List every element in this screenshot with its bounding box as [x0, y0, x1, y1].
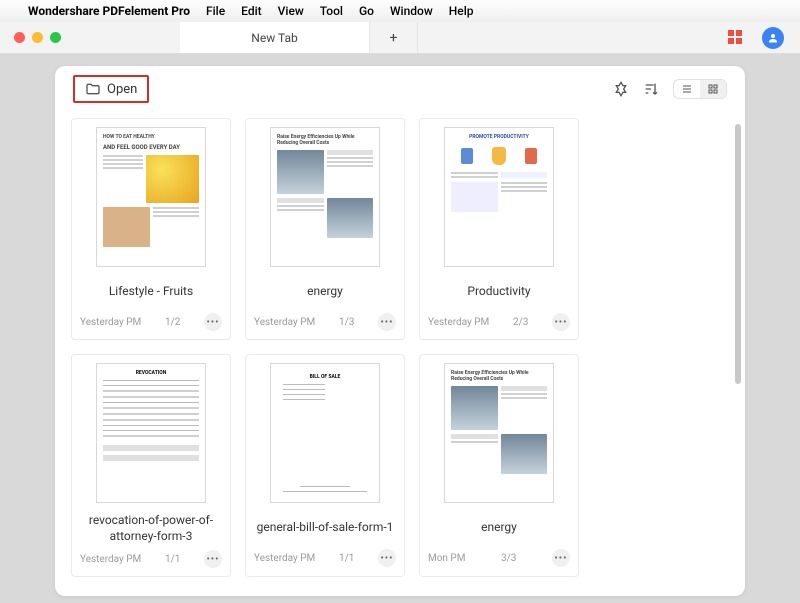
scrollbar-thumb[interactable]	[735, 124, 741, 384]
close-window-button[interactable]	[14, 32, 25, 43]
menu-view[interactable]: View	[278, 4, 304, 18]
macos-menubar: Wondershare PDFelement Pro File Edit Vie…	[0, 0, 800, 22]
grid-icon	[707, 83, 719, 95]
list-icon	[681, 83, 693, 95]
document-date: Yesterday PM	[428, 317, 489, 328]
document-card[interactable]: HOW TO EAT HEALTHY AND FEEL GOOD EVERY D…	[71, 118, 231, 340]
document-title: Productivity	[467, 277, 530, 307]
document-thumbnail: PROMOTE PRODUCTIVITY	[444, 127, 554, 267]
document-title: energy	[481, 513, 517, 543]
document-title: Lifestyle - Fruits	[109, 277, 193, 307]
document-pages: 1/1	[165, 554, 180, 565]
plus-icon: +	[390, 30, 398, 46]
tab-new[interactable]: New Tab	[180, 22, 370, 53]
document-date: Yesterday PM	[254, 553, 315, 564]
header-toolbar	[613, 79, 727, 99]
document-card[interactable]: Raise Energy Efficiencies Up While Reduc…	[419, 354, 579, 577]
apps-icon[interactable]	[728, 30, 748, 46]
panel-header: Open	[55, 66, 745, 112]
document-pages: 1/3	[339, 317, 354, 328]
document-card[interactable]: BILL OF SALE general-bill-of-sale-form-1…	[245, 354, 405, 577]
document-pages: 3/3	[501, 553, 516, 564]
grid-view-button[interactable]	[700, 80, 726, 98]
document-thumbnail: Raise Energy Efficiencies Up While Reduc…	[270, 127, 380, 267]
workspace: Open H	[0, 54, 800, 603]
document-pages: 1/1	[339, 553, 354, 564]
sort-icon[interactable]	[643, 81, 659, 97]
document-pages: 2/3	[513, 317, 528, 328]
menu-tool[interactable]: Tool	[320, 4, 343, 18]
menu-help[interactable]: Help	[449, 4, 474, 18]
more-button[interactable]: •••	[204, 313, 222, 331]
pin-icon[interactable]	[613, 81, 629, 97]
scrollbar[interactable]	[735, 124, 741, 524]
zoom-window-button[interactable]	[50, 32, 61, 43]
tab-strip: New Tab +	[180, 22, 800, 53]
document-pages: 1/2	[165, 317, 180, 328]
user-icon	[767, 32, 779, 44]
document-card[interactable]: REVOCATION revocation-of-power-of-attorn…	[71, 354, 231, 577]
account-avatar[interactable]	[762, 27, 784, 49]
menu-window[interactable]: Window	[390, 4, 433, 18]
document-grid-scroll: HOW TO EAT HEALTHY AND FEEL GOOD EVERY D…	[55, 112, 745, 596]
more-button[interactable]: •••	[204, 550, 222, 568]
new-tab-button[interactable]: +	[370, 22, 418, 53]
menu-go[interactable]: Go	[359, 4, 374, 18]
folder-icon	[85, 81, 101, 97]
more-button[interactable]: •••	[378, 313, 396, 331]
tab-label: New Tab	[251, 31, 297, 45]
open-label: Open	[107, 82, 137, 97]
document-thumbnail: Raise Energy Efficiencies Up While Reduc…	[444, 363, 554, 503]
more-button[interactable]: •••	[552, 313, 570, 331]
more-button[interactable]: •••	[552, 549, 570, 567]
document-date: Yesterday PM	[254, 317, 315, 328]
document-date: Mon PM	[428, 553, 465, 564]
app-name[interactable]: Wondershare PDFelement Pro	[28, 4, 190, 18]
minimize-window-button[interactable]	[32, 32, 43, 43]
document-thumbnail: REVOCATION	[96, 363, 206, 503]
titlebar: New Tab +	[0, 22, 800, 54]
menu-edit[interactable]: Edit	[241, 4, 261, 18]
document-title: general-bill-of-sale-form-1	[257, 513, 394, 543]
titlebar-spacer	[418, 22, 728, 53]
list-view-button[interactable]	[674, 80, 700, 98]
titlebar-right	[728, 22, 800, 53]
document-card[interactable]: Raise Energy Efficiencies Up While Reduc…	[245, 118, 405, 340]
open-button[interactable]: Open	[73, 75, 149, 103]
document-grid: HOW TO EAT HEALTHY AND FEEL GOOD EVERY D…	[55, 112, 745, 583]
document-date: Yesterday PM	[80, 317, 141, 328]
start-panel: Open H	[55, 66, 745, 596]
document-thumbnail: BILL OF SALE	[270, 363, 380, 503]
menu-file[interactable]: File	[206, 4, 225, 18]
document-thumbnail: HOW TO EAT HEALTHY AND FEEL GOOD EVERY D…	[96, 127, 206, 267]
document-title: revocation-of-power-of-attorney-form-3	[80, 513, 222, 544]
document-title: energy	[307, 277, 343, 307]
document-card[interactable]: PROMOTE PRODUCTIVITY Productivity Yester…	[419, 118, 579, 340]
document-date: Yesterday PM	[80, 554, 141, 565]
traffic-lights	[0, 32, 180, 43]
view-toggle	[673, 79, 727, 99]
more-button[interactable]: •••	[378, 549, 396, 567]
